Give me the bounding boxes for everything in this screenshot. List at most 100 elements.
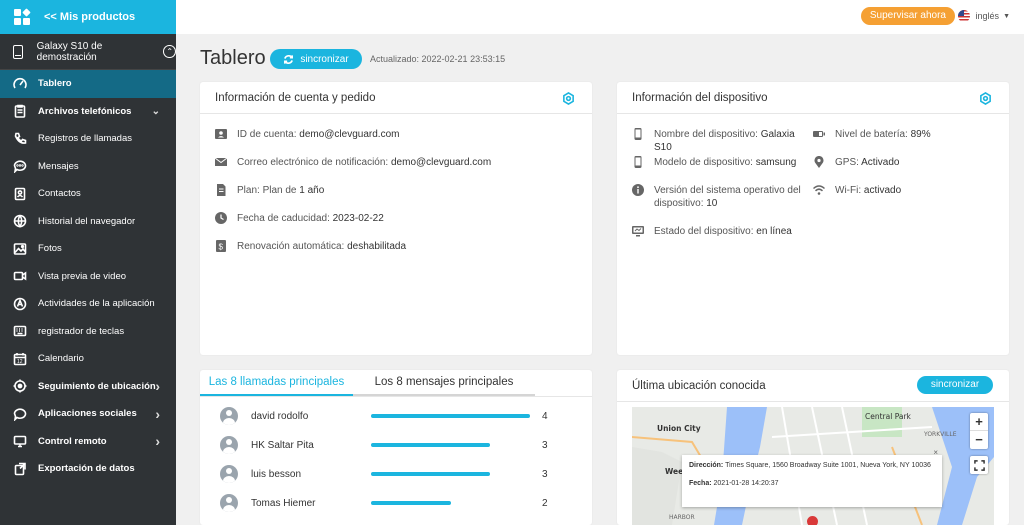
device-card-title: Información del dispositivo xyxy=(632,91,768,104)
device-row: Estado del dispositivo: en línea xyxy=(632,225,812,238)
sidebar-item-social-chat[interactable]: Aplicaciones sociales › xyxy=(0,400,176,428)
fullscreen-icon xyxy=(973,459,985,471)
call-count: 3 xyxy=(542,439,548,451)
settings-gear-icon[interactable] xyxy=(979,92,992,105)
zoom-in-button[interactable]: + xyxy=(970,413,988,431)
account-card-header: Información de cuenta y pedido xyxy=(200,82,592,114)
popup-date: 2021-01-28 14:20:37 xyxy=(713,480,779,487)
sidebar-item-export[interactable]: Exportación de datos xyxy=(0,455,176,483)
settings-gear-icon[interactable] xyxy=(562,92,575,105)
device-row-text: GPS: Activado xyxy=(835,156,899,169)
sidebar-item-image[interactable]: Fotos xyxy=(0,235,176,263)
account-row-value: demo@clevguard.com xyxy=(390,157,492,168)
account-card: Información de cuenta y pedido ID de cue… xyxy=(200,82,592,355)
device-row-value: 89% xyxy=(910,129,931,140)
device-row-label: Versión del sistema operativo del dispos… xyxy=(654,185,801,209)
tab-top-messages[interactable]: Los 8 mensajes principales xyxy=(353,370,535,396)
sidebar-item-globe[interactable]: Historial del navegador xyxy=(0,208,176,236)
sidebar-item-contacts[interactable]: Contactos xyxy=(0,180,176,208)
sidebar-item-remote[interactable]: Control remoto › xyxy=(0,428,176,456)
sidebar-item-label: Fotos xyxy=(38,243,62,255)
account-row-text: Renovación automática: deshabilitada xyxy=(237,240,406,253)
svg-text:$: $ xyxy=(219,243,224,252)
location-map[interactable]: Union City Central Park YORKVILLE Wee HA… xyxy=(632,407,994,525)
account-row-value: deshabilitada xyxy=(347,241,407,252)
device-row-text: Modelo de dispositivo: samsung xyxy=(654,156,796,169)
fullscreen-button[interactable] xyxy=(970,456,988,474)
account-row-value: 1 año xyxy=(299,185,325,196)
account-card-title: Información de cuenta y pedido xyxy=(215,91,376,104)
account-row-text: Fecha de caducidad: 2023-02-22 xyxy=(237,212,384,225)
sidebar-item-label: Contactos xyxy=(38,188,81,200)
monitor-icon xyxy=(632,225,644,237)
device-row-label: Estado del dispositivo: xyxy=(654,226,757,237)
page-title: Tablero xyxy=(200,47,266,69)
account-row-value: 2023-02-22 xyxy=(332,213,384,224)
remote-icon xyxy=(12,433,28,449)
gauge-icon xyxy=(12,76,28,92)
language-selector[interactable]: inglés ▼ xyxy=(957,10,1010,22)
account-row: $ Renovación automática: deshabilitada xyxy=(215,240,575,253)
avatar-icon xyxy=(220,407,238,425)
top-bar: Supervisar ahora inglés ▼ xyxy=(176,0,1024,34)
image-icon xyxy=(12,241,28,257)
tab-top-calls[interactable]: Las 8 llamadas principales xyxy=(200,370,353,396)
map-label-harbor: HARBOR xyxy=(669,514,695,521)
location-card: Última ubicación conocida sincronizar Un… xyxy=(617,370,1009,525)
sidebar-item-calendar[interactable]: 12 Calendario xyxy=(0,345,176,373)
phone-icon xyxy=(13,44,23,59)
sidebar-item-location[interactable]: Seguimiento de ubicación › xyxy=(0,373,176,401)
top-lists-tabs: Las 8 llamadas principales Los 8 mensaje… xyxy=(200,370,592,397)
account-row-value: demo@clevguard.com xyxy=(299,129,400,140)
sidebar-item-keyboard[interactable]: registrador de teclas xyxy=(0,318,176,346)
call-list-item[interactable]: david rodolfo 4 xyxy=(220,406,580,426)
popup-close-icon[interactable]: × xyxy=(933,448,938,457)
device-row-value: samsung xyxy=(755,157,797,168)
sidebar-item-label: Archivos telefónicos xyxy=(38,105,132,117)
device-row-label: Wi-Fi: xyxy=(835,185,864,196)
account-row: Correo electrónico de notificación: demo… xyxy=(214,156,575,169)
sidebar-item-video[interactable]: Vista previa de video xyxy=(0,263,176,291)
map-label-wee: Wee xyxy=(665,467,684,476)
sidebar-item-label: Seguimiento de ubicación xyxy=(38,380,156,392)
map-label-yorkville: YORKVILLE xyxy=(924,431,957,438)
chevron-up-icon[interactable]: ⌃ xyxy=(163,45,176,58)
calendar-icon: 12 xyxy=(12,351,28,367)
call-list-item[interactable]: HK Saltar Pita 3 xyxy=(220,435,580,455)
device-row: Nombre del dispositivo: Galaxia S10 xyxy=(632,128,812,154)
sidebar-item-chat[interactable]: Mensajes xyxy=(0,153,176,181)
call-count-bar xyxy=(371,414,530,418)
info-icon xyxy=(632,184,644,196)
call-list-item[interactable]: luis besson 3 xyxy=(220,464,580,484)
keyboard-icon xyxy=(12,323,28,339)
sidebar-item-gauge[interactable]: Tablero xyxy=(0,70,176,98)
device-row-label: Modelo de dispositivo: xyxy=(654,157,756,168)
supervise-now-button[interactable]: Supervisar ahora xyxy=(860,7,955,25)
account-row: Plan: Plan de 1 año xyxy=(215,184,575,197)
account-row-label: Correo electrónico de notificación: xyxy=(237,157,391,168)
back-to-products[interactable]: << Mis productos xyxy=(0,0,176,34)
chat-icon xyxy=(12,158,28,174)
location-sync-button[interactable]: sincronizar xyxy=(917,376,993,394)
phone-device-icon xyxy=(632,128,644,140)
chevron-right-icon: › xyxy=(155,405,160,422)
device-selector[interactable]: Galaxy S10 de demostración ⌃ xyxy=(0,34,176,70)
call-contact-name: luis besson xyxy=(251,468,302,480)
sidebar-item-clipboard[interactable]: Archivos telefónicos ⌄ xyxy=(0,98,176,126)
chevron-right-icon: › xyxy=(155,378,160,395)
sidebar-item-phone[interactable]: Registros de llamadas xyxy=(0,125,176,153)
call-count-bar xyxy=(371,443,491,447)
document-icon xyxy=(215,184,227,196)
call-list-item[interactable]: Tomas Hiemer 2 xyxy=(220,493,580,513)
device-row: Nivel de batería: 89% xyxy=(813,128,993,141)
account-row-label: Fecha de caducidad: xyxy=(237,213,333,224)
device-name: Galaxy S10 de demostración xyxy=(36,40,103,63)
sidebar-item-label: Calendario xyxy=(38,353,84,365)
battery-icon xyxy=(813,128,825,140)
account-row: ID de cuenta: demo@clevguard.com xyxy=(215,128,575,141)
sync-button[interactable]: sincronizar xyxy=(270,49,362,69)
sidebar-item-app[interactable]: Actividades de la aplicación xyxy=(0,290,176,318)
zoom-out-button[interactable]: − xyxy=(970,431,988,449)
device-card: Información del dispositivo Nombre del d… xyxy=(617,82,1009,355)
device-row-value: en línea xyxy=(756,226,792,237)
